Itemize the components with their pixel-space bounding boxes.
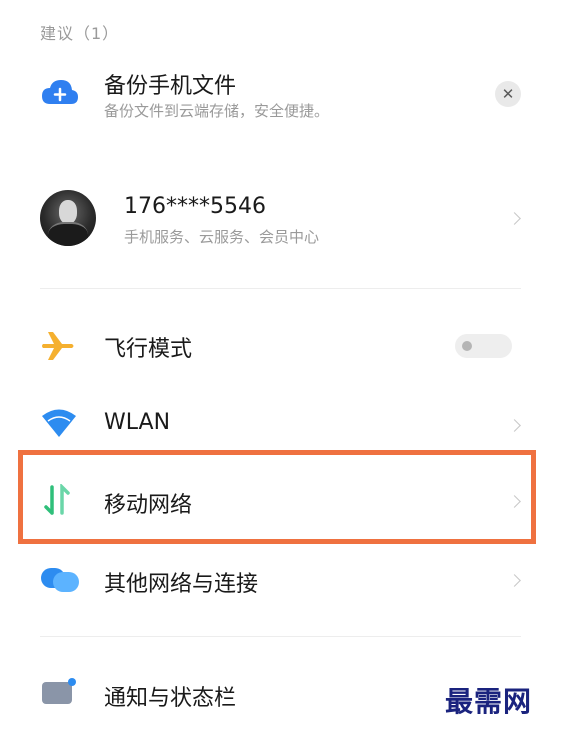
other-networks-row[interactable]: 其他网络与连接 (0, 548, 561, 610)
account-subtitle: 手机服务、云服务、会员中心 (124, 228, 320, 246)
section-label-suggestions: 建议（1） (40, 24, 120, 43)
chevron-right-icon (508, 574, 521, 587)
backup-subtitle: 备份文件到云端存储，安全便捷。 (104, 102, 330, 120)
connections-icon (40, 566, 80, 594)
airplane-mode-label: 飞行模式 (104, 337, 193, 362)
notifications-label: 通知与状态栏 (104, 686, 237, 711)
dismiss-suggestion-button[interactable]: ✕ (495, 81, 521, 107)
wifi-icon (40, 407, 78, 439)
cloud-upload-icon (40, 76, 80, 108)
account-phone: 176****5546 (124, 194, 266, 219)
other-networks-label: 其他网络与连接 (104, 572, 259, 597)
watermark-logo: 最需网 (445, 685, 533, 718)
backup-title: 备份手机文件 (104, 74, 237, 99)
avatar[interactable] (40, 190, 96, 246)
wlan-row[interactable]: WLAN (0, 395, 561, 455)
chevron-right-icon (508, 419, 521, 432)
wlan-label: WLAN (104, 410, 171, 435)
notification-icon (40, 676, 78, 706)
divider (40, 288, 521, 289)
airplane-icon (40, 329, 76, 363)
backup-suggestion-row[interactable]: 备份手机文件 备份文件到云端存储，安全便捷。 (0, 60, 561, 140)
divider (40, 636, 521, 637)
highlight-box (18, 450, 536, 544)
airplane-mode-toggle[interactable] (455, 334, 512, 358)
chevron-right-icon (508, 212, 521, 225)
